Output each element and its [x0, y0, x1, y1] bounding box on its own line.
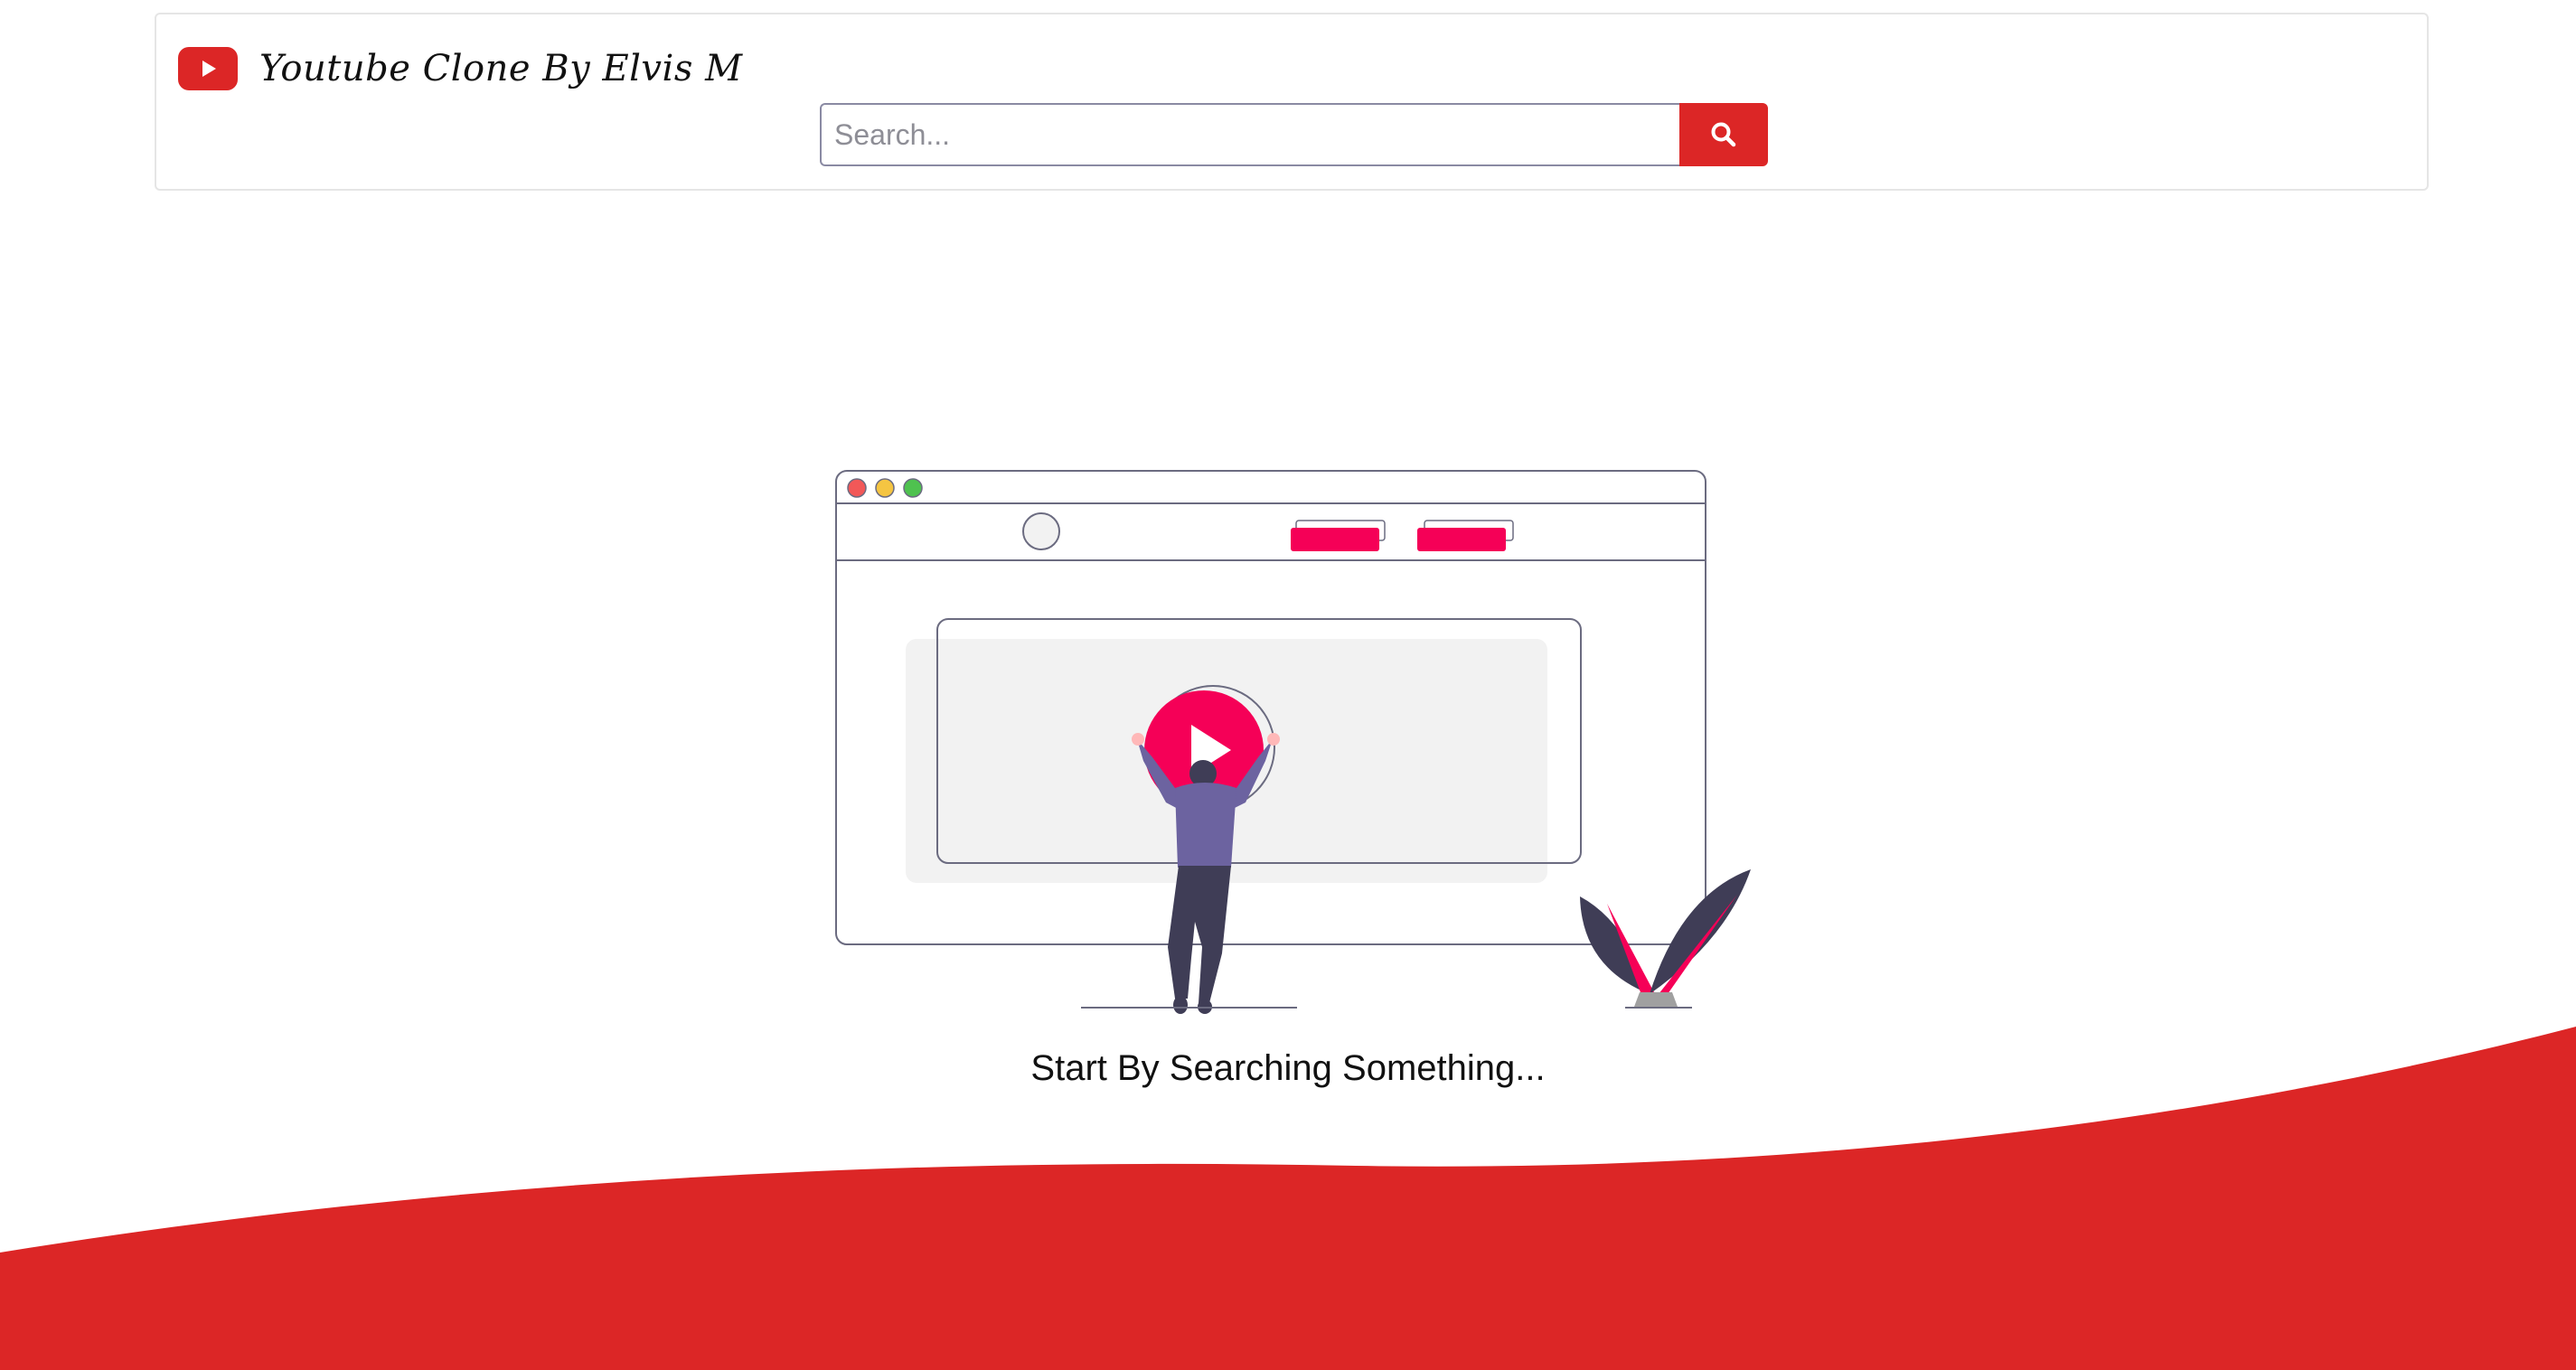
app-title: Youtube Clone By Elvis M: [259, 48, 743, 89]
search-icon: [1711, 122, 1736, 147]
youtube-play-icon: [178, 47, 238, 90]
search-button[interactable]: [1679, 103, 1768, 166]
page: Youtube Clone By Elvis M Search... Start…: [0, 0, 2576, 1370]
footer-wave: [0, 1027, 2576, 1370]
search-form: [820, 103, 1768, 166]
header-bar: Youtube Clone By Elvis M: [155, 13, 2429, 191]
person-playing-video-illustration: [835, 470, 1751, 1014]
brand[interactable]: Youtube Clone By Elvis M: [178, 47, 743, 90]
search-input[interactable]: [820, 103, 1679, 166]
